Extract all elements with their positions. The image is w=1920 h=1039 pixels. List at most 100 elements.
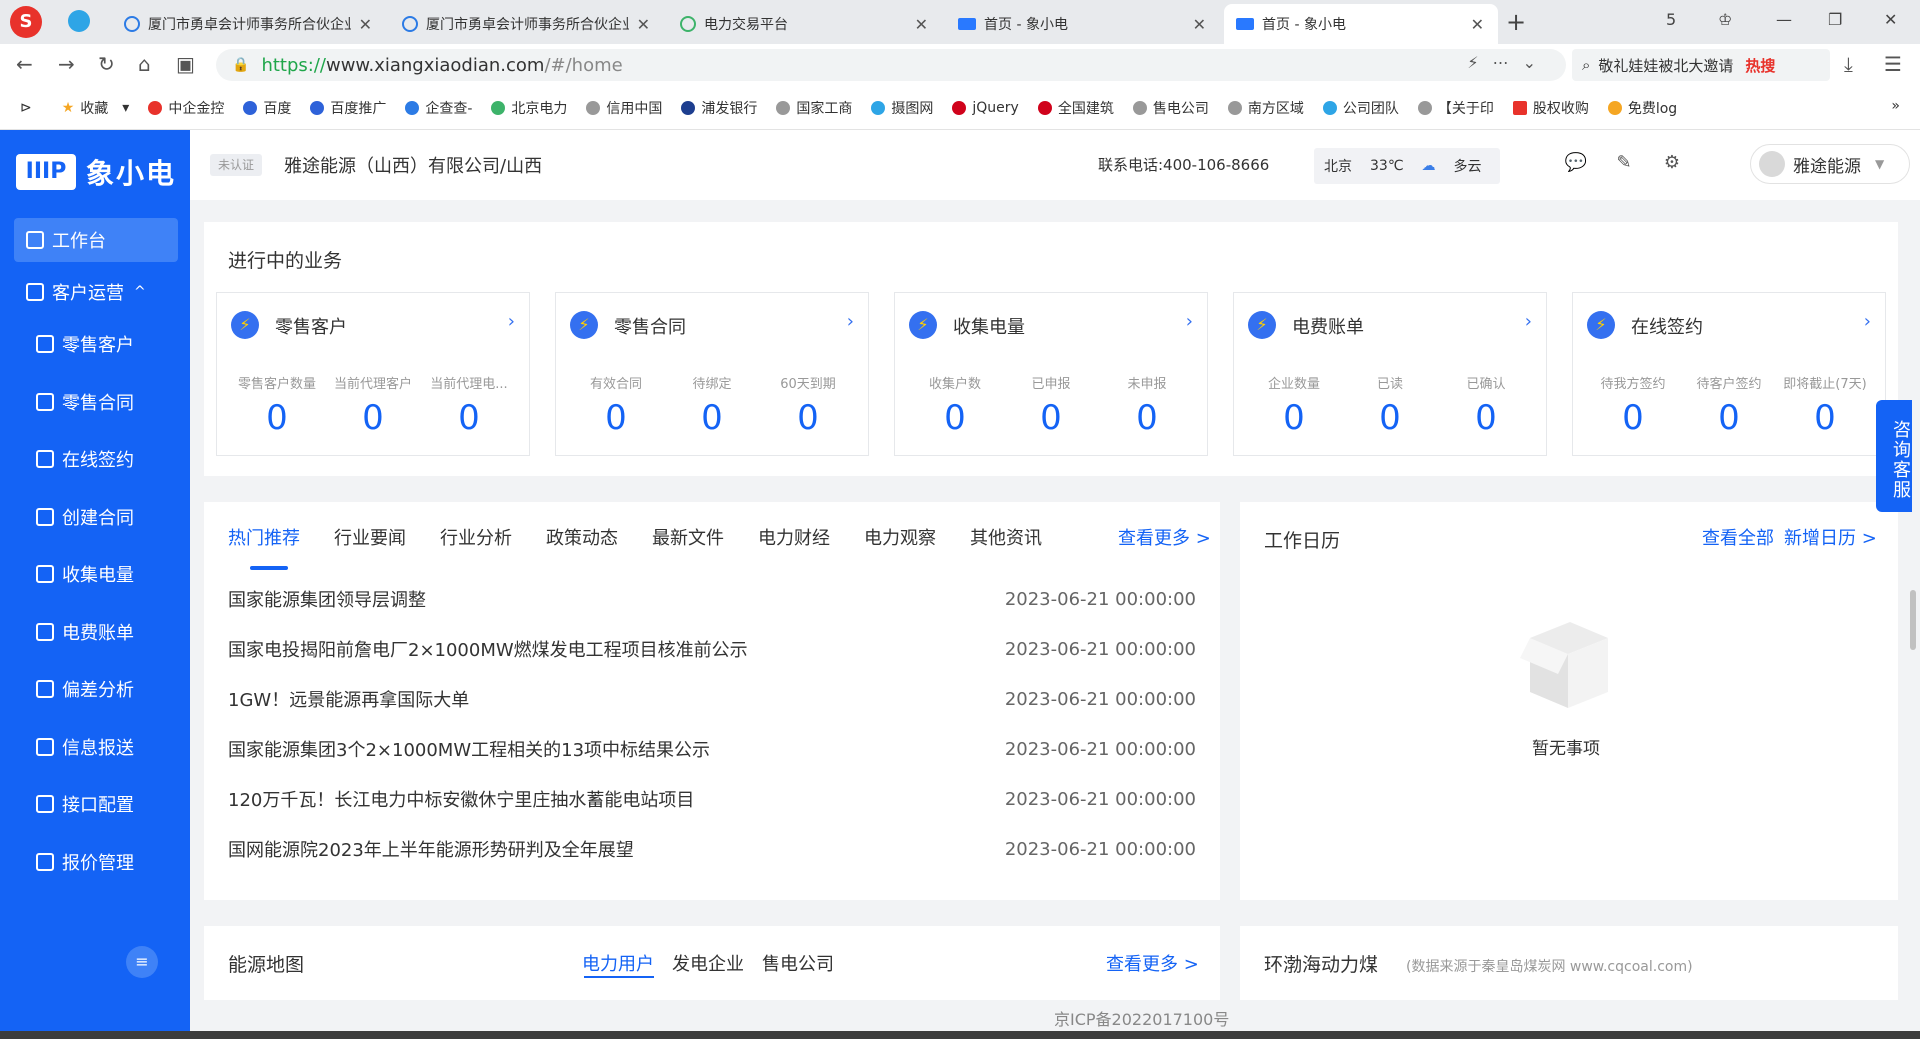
sidebar-item-retail-contracts[interactable]: 零售合同 xyxy=(14,380,178,424)
chevron-right-icon[interactable]: › xyxy=(1186,311,1193,332)
bookmark-item[interactable]: 百度推广 xyxy=(310,98,386,118)
bookmark-item[interactable]: 国家工商 xyxy=(776,98,852,118)
bookmark-item[interactable]: 全国建筑 xyxy=(1037,98,1114,118)
menu-fold-icon[interactable]: ≡ xyxy=(126,946,158,978)
calendar-view-all[interactable]: 查看全部 xyxy=(1702,524,1774,550)
tab-observation[interactable]: 电力观察 xyxy=(864,524,936,550)
biz-card[interactable]: ⚡ 零售客户 › 零售客户数量 0 当前代理客户 0 当前代理电... 0 xyxy=(216,292,530,456)
download-icon[interactable]: ⤓ xyxy=(1844,52,1853,76)
forward-icon[interactable]: → xyxy=(58,52,75,76)
message-icon[interactable]: 💬 xyxy=(1564,152,1588,176)
bookmark-item[interactable]: 【关于印 xyxy=(1417,98,1494,118)
bookmark-item[interactable]: 摄图网 xyxy=(871,98,933,118)
brand-logo[interactable]: IIIP 象小电 xyxy=(16,152,176,192)
chevron-right-icon[interactable]: › xyxy=(847,311,854,332)
close-icon[interactable]: ✕ xyxy=(637,15,650,34)
list-item[interactable]: 国家能源集团3个2×1000MW工程相关的13项中标结果公示 2023-06-21… xyxy=(228,724,1196,774)
menu-icon[interactable]: ☰ xyxy=(1884,52,1902,76)
sidebar-item-api-config[interactable]: 接口配置 xyxy=(14,782,178,826)
sidebar-item-customer-ops[interactable]: 客户运营 ^ xyxy=(14,270,178,314)
close-window-icon[interactable]: ✕ xyxy=(1884,10,1897,29)
tab-industry-news[interactable]: 行业要闻 xyxy=(334,524,406,550)
chevron-right-icon[interactable]: › xyxy=(1525,311,1532,332)
gear-icon[interactable]: ⚙ xyxy=(1660,152,1684,176)
sidebar-item-workbench[interactable]: 工作台 xyxy=(14,218,178,262)
close-icon[interactable]: ✕ xyxy=(1193,15,1206,34)
bookmark-item[interactable]: 公司团队 xyxy=(1322,98,1399,118)
list-item[interactable]: 1GW！远景能源再拿国际大单 2023-06-21 00:00:00 xyxy=(228,674,1196,724)
list-item[interactable]: 国家电投揭阳前詹电厂2×1000MW燃煤发电工程项目核准前公示 2023-06-2… xyxy=(228,624,1196,674)
browser-tab[interactable]: 厦门市勇卓会计师事务所合伙企业 ✕ xyxy=(390,4,664,44)
tab-hot[interactable]: 热门推荐 xyxy=(228,524,300,550)
minimize-icon[interactable]: — xyxy=(1776,10,1792,29)
url-actions-icon[interactable]: ⚡⋯⌄ xyxy=(1467,53,1550,72)
icp-footer[interactable]: 京ICP备2022017100号 xyxy=(1054,1006,1229,1030)
tab-latest-files[interactable]: 最新文件 xyxy=(652,524,724,550)
sidebar-item-collect-power[interactable]: 收集电量 xyxy=(14,552,178,596)
bookmark-item[interactable]: jQuery xyxy=(952,100,1019,116)
browser-tab[interactable]: 首页 - 象小电 ✕ xyxy=(946,4,1220,44)
new-tab-button[interactable]: + xyxy=(1506,8,1526,36)
bookmark-item[interactable]: 企查查- xyxy=(405,98,472,118)
bookmark-item[interactable]: 免费log xyxy=(1607,98,1677,118)
tab-policy[interactable]: 政策动态 xyxy=(546,524,618,550)
biz-card[interactable]: ⚡ 零售合同 › 有效合同 0 待绑定 0 60天到期 0 xyxy=(555,292,869,456)
biz-card[interactable]: ⚡ 收集电量 › 收集户数 0 已申报 0 未申报 0 xyxy=(894,292,1208,456)
home-icon[interactable]: ⌂ xyxy=(138,52,151,76)
back-icon[interactable]: ← xyxy=(16,52,33,76)
news-more-link[interactable]: 查看更多 > xyxy=(1118,524,1211,550)
bookmark-item[interactable]: 股权收购 xyxy=(1512,98,1589,118)
sidebar-toggle-icon[interactable]: ⊳ xyxy=(20,100,32,116)
sidebar-item-quotes[interactable]: 报价管理 xyxy=(14,840,178,884)
bookmark-item[interactable]: 售电公司 xyxy=(1132,98,1209,118)
user-menu[interactable]: 雅途能源 ▼ xyxy=(1750,144,1910,184)
wallet-icon[interactable]: ▣ xyxy=(176,52,195,76)
browser-tab[interactable]: 电力交易平台 ✕ xyxy=(668,4,942,44)
sidebar-item-retail-customers[interactable]: 零售客户 xyxy=(14,322,178,366)
bookmark-item[interactable]: 百度 xyxy=(243,98,291,118)
chevron-right-icon[interactable]: › xyxy=(1864,311,1871,332)
biz-card[interactable]: ⚡ 在线签约 › 待我方签约 0 待客户签约 0 即将截止(7天) 0 xyxy=(1572,292,1886,456)
browser-tab-active[interactable]: 首页 - 象小电 ✕ xyxy=(1224,4,1498,44)
tab-other[interactable]: 其他资讯 xyxy=(970,524,1042,550)
tab-finance[interactable]: 电力财经 xyxy=(758,524,830,550)
telegram-icon[interactable] xyxy=(68,10,90,32)
close-icon[interactable]: ✕ xyxy=(915,15,928,34)
browser-tab[interactable]: 厦门市勇卓会计师事务所合伙企业 ✕ xyxy=(112,4,386,44)
bookmark-item[interactable]: 信用中国 xyxy=(586,98,662,118)
bookmark-item[interactable]: 南方区域 xyxy=(1227,98,1304,118)
browser-logo-icon[interactable]: S xyxy=(10,6,42,38)
bookmarks-more-icon[interactable]: » xyxy=(1891,98,1900,114)
sidebar-item-bills[interactable]: 电费账单 xyxy=(14,610,178,654)
scrollbar[interactable] xyxy=(1910,590,1916,650)
bookmark-item[interactable]: ★ 收藏 ▾ xyxy=(62,98,130,118)
reload-icon[interactable]: ↻ xyxy=(98,52,115,76)
tab-generators[interactable]: 发电企业 xyxy=(672,950,744,976)
list-item[interactable]: 国家能源集团领导层调整 2023-06-21 00:00:00 xyxy=(228,574,1196,624)
consult-button[interactable]: 咨询客服 xyxy=(1876,400,1912,512)
shirt-icon[interactable]: ♔ xyxy=(1718,10,1732,29)
edit-icon[interactable]: ✎ xyxy=(1612,152,1636,176)
close-icon[interactable]: ✕ xyxy=(359,15,372,34)
energy-map-more-link[interactable]: 查看更多 > xyxy=(1106,950,1199,976)
chevron-right-icon[interactable]: › xyxy=(508,311,515,332)
close-icon[interactable]: ✕ xyxy=(1471,15,1484,34)
restore-icon[interactable]: ❐ xyxy=(1828,10,1842,29)
sidebar-item-online-sign[interactable]: 在线签约 xyxy=(14,437,178,481)
tab-retailers[interactable]: 售电公司 xyxy=(762,950,834,976)
bookmark-item[interactable]: 浦发银行 xyxy=(681,98,757,118)
calendar-add-link[interactable]: 新增日历 > xyxy=(1784,524,1877,550)
bookmark-item[interactable]: 北京电力 xyxy=(491,98,567,118)
tab-count-icon[interactable]: 5 xyxy=(1666,10,1676,29)
url-input[interactable]: 🔒 https:// www.xiangxiaodian.com /#/home… xyxy=(216,49,1566,81)
sidebar-item-report[interactable]: 信息报送 xyxy=(14,725,178,769)
biz-card[interactable]: ⚡ 电费账单 › 企业数量 0 已读 0 已确认 0 xyxy=(1233,292,1547,456)
list-item[interactable]: 120万千瓦！长江电力中标安徽休宁里庄抽水蓄能电站项目 2023-06-21 00… xyxy=(228,774,1196,824)
tab-power-users[interactable]: 电力用户 xyxy=(582,950,654,976)
bookmark-item[interactable]: 中企金控 xyxy=(148,98,224,118)
list-item[interactable]: 国网能源院2023年上半年能源形势研判及全年展望 2023-06-21 00:00… xyxy=(228,824,1196,874)
search-input[interactable]: ⌕ 敬礼娃娃被北大邀请 热搜 xyxy=(1572,49,1830,81)
tab-industry-analysis[interactable]: 行业分析 xyxy=(440,524,512,550)
sidebar-item-deviation[interactable]: 偏差分析 xyxy=(14,667,178,711)
sidebar-item-create-contract[interactable]: 创建合同 xyxy=(14,495,178,539)
